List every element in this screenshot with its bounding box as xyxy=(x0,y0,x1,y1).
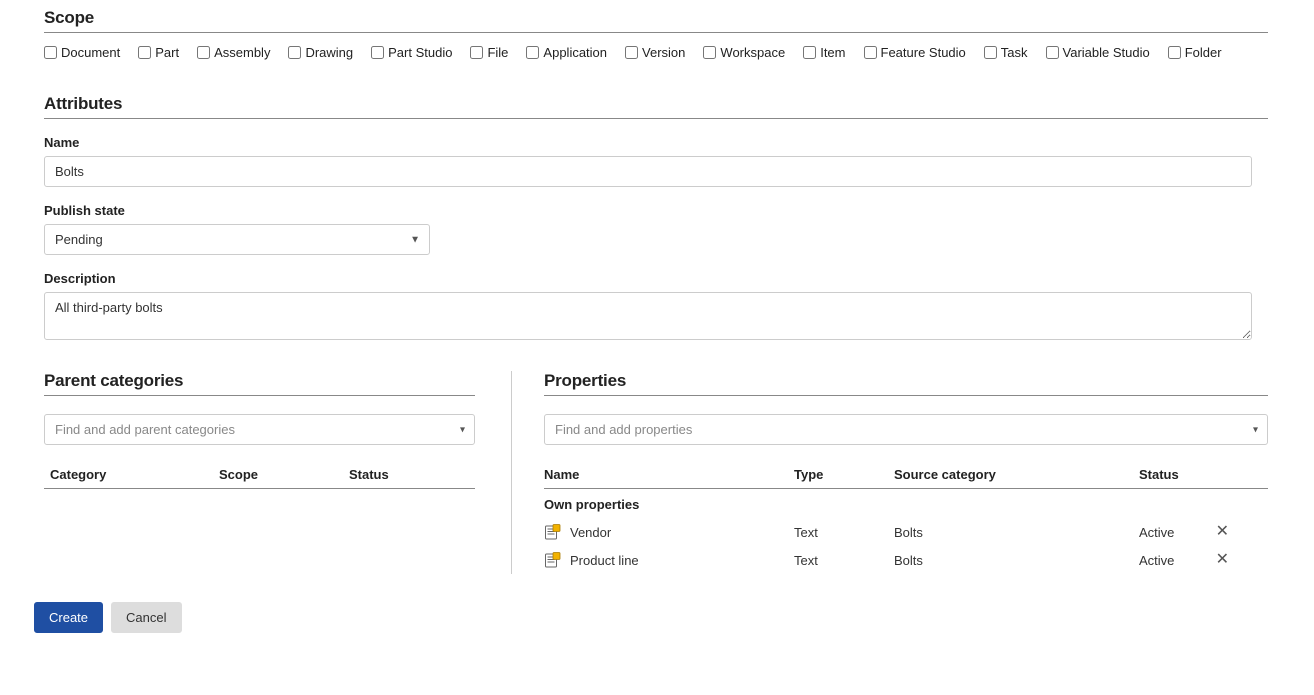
parent-categories-divider xyxy=(44,395,475,396)
scope-option[interactable]: Folder xyxy=(1168,45,1222,60)
scope-option-label: Task xyxy=(1001,45,1028,60)
create-button[interactable]: Create xyxy=(34,602,103,633)
scope-divider xyxy=(44,32,1268,33)
publish-state-label: Publish state xyxy=(44,203,1268,218)
properties-heading: Properties xyxy=(544,371,1268,391)
properties-search[interactable] xyxy=(544,414,1268,445)
parent-categories-heading: Parent categories xyxy=(44,371,475,391)
scope-option[interactable]: Task xyxy=(984,45,1028,60)
description-input[interactable] xyxy=(44,292,1252,340)
scope-option-label: Document xyxy=(61,45,120,60)
scope-checkbox[interactable] xyxy=(984,46,997,59)
property-icon xyxy=(544,551,562,569)
property-name: Vendor xyxy=(570,525,611,540)
column-status: Status xyxy=(1139,467,1199,482)
remove-property-button[interactable]: ✕ xyxy=(1216,552,1229,568)
property-icon xyxy=(544,523,562,541)
scope-checkbox[interactable] xyxy=(1168,46,1181,59)
column-type: Type xyxy=(794,467,894,482)
scope-option[interactable]: Document xyxy=(44,45,120,60)
scope-option[interactable]: Assembly xyxy=(197,45,270,60)
scope-checkbox[interactable] xyxy=(138,46,151,59)
properties-divider xyxy=(544,395,1268,396)
attributes-heading: Attributes xyxy=(44,94,1268,114)
scope-option-label: Version xyxy=(642,45,685,60)
scope-option-label: Item xyxy=(820,45,845,60)
scope-checkbox[interactable] xyxy=(625,46,638,59)
scope-checkbox[interactable] xyxy=(470,46,483,59)
scope-option-label: Workspace xyxy=(720,45,785,60)
property-row: Vendor TextBoltsActive ✕ xyxy=(544,518,1268,546)
scope-option-label: Application xyxy=(543,45,607,60)
scope-checkbox[interactable] xyxy=(703,46,716,59)
scope-option-label: Variable Studio xyxy=(1063,45,1150,60)
column-category: Category xyxy=(44,467,219,482)
scope-option[interactable]: File xyxy=(470,45,508,60)
property-status: Active xyxy=(1139,525,1199,540)
scope-option[interactable]: Variable Studio xyxy=(1046,45,1150,60)
remove-property-button[interactable]: ✕ xyxy=(1216,524,1229,540)
name-label: Name xyxy=(44,135,1268,150)
parent-categories-search[interactable] xyxy=(44,414,475,445)
column-scope: Scope xyxy=(219,467,349,482)
scope-checkbox[interactable] xyxy=(526,46,539,59)
scope-checkbox[interactable] xyxy=(803,46,816,59)
property-source: Bolts xyxy=(894,553,1139,568)
scope-option[interactable]: Workspace xyxy=(703,45,785,60)
description-label: Description xyxy=(44,271,1268,286)
scope-checkbox[interactable] xyxy=(1046,46,1059,59)
scope-option[interactable]: Part xyxy=(138,45,179,60)
property-status: Active xyxy=(1139,553,1199,568)
column-source-category: Source category xyxy=(894,467,1139,482)
scope-option-label: Feature Studio xyxy=(881,45,966,60)
scope-option-label: Part Studio xyxy=(388,45,452,60)
name-input[interactable] xyxy=(44,156,1252,187)
scope-option-label: Drawing xyxy=(305,45,353,60)
publish-state-select[interactable]: Pending xyxy=(44,224,430,255)
scope-option[interactable]: Feature Studio xyxy=(864,45,966,60)
scope-option-label: Part xyxy=(155,45,179,60)
column-name: Name xyxy=(544,467,794,482)
scope-option[interactable]: Part Studio xyxy=(371,45,452,60)
property-type: Text xyxy=(794,553,894,568)
scope-heading: Scope xyxy=(44,8,1268,28)
scope-option[interactable]: Version xyxy=(625,45,685,60)
scope-options: Document Part Assembly Drawing Part Studio Fi… xyxy=(44,43,1268,68)
scope-option[interactable]: Application xyxy=(526,45,607,60)
property-source: Bolts xyxy=(894,525,1139,540)
column-status: Status xyxy=(349,467,475,482)
scope-option-label: Assembly xyxy=(214,45,270,60)
scope-option[interactable]: Drawing xyxy=(288,45,353,60)
scope-option-label: Folder xyxy=(1185,45,1222,60)
own-properties-subheading: Own properties xyxy=(544,489,1268,518)
scope-checkbox[interactable] xyxy=(371,46,384,59)
scope-checkbox[interactable] xyxy=(197,46,210,59)
scope-checkbox[interactable] xyxy=(864,46,877,59)
scope-option-label: File xyxy=(487,45,508,60)
cancel-button[interactable]: Cancel xyxy=(111,602,181,633)
scope-checkbox[interactable] xyxy=(288,46,301,59)
scope-option[interactable]: Item xyxy=(803,45,845,60)
attributes-divider xyxy=(44,118,1268,119)
scope-checkbox[interactable] xyxy=(44,46,57,59)
property-name: Product line xyxy=(570,553,639,568)
property-row: Product line TextBoltsActive ✕ xyxy=(544,546,1268,574)
property-type: Text xyxy=(794,525,894,540)
